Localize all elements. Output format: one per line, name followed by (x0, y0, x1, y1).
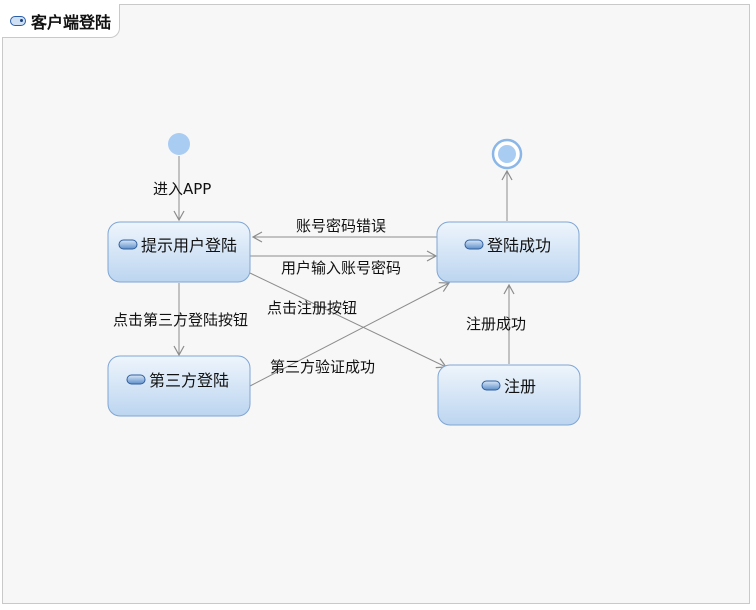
state-icon (481, 380, 501, 391)
state-label-third-party-login: 第三方登陆 (149, 371, 229, 390)
label-register-success: 注册成功 (466, 315, 526, 333)
initial-node[interactable] (168, 133, 190, 155)
label-enter-app: 进入APP (153, 180, 211, 198)
state-prompt-login[interactable]: 提示用户登陆 (107, 221, 251, 283)
state-icon (126, 374, 146, 385)
label-click-third-party: 点击第三方登陆按钮 (113, 311, 248, 329)
state-icon (118, 239, 138, 250)
state-label-login-success: 登陆成功 (487, 236, 551, 255)
state-icon (464, 239, 484, 250)
state-label-prompt-login: 提示用户登陆 (141, 236, 237, 255)
state-login-success[interactable]: 登陆成功 (436, 221, 580, 283)
label-click-register: 点击注册按钮 (267, 299, 357, 317)
label-input-password: 用户输入账号密码 (281, 259, 401, 277)
state-label-register: 注册 (504, 377, 536, 396)
state-diagram: 提示用户登陆 登陆成功 第三方登陆 注册 进入APP 账号密码错误 用户输入账号… (107, 133, 581, 426)
label-third-party-verified: 第三方验证成功 (270, 358, 375, 376)
state-third-party-login[interactable]: 第三方登陆 (107, 355, 251, 417)
label-wrong-password: 账号密码错误 (296, 217, 386, 235)
final-node[interactable] (491, 138, 523, 170)
transition-click-register[interactable] (249, 272, 448, 369)
state-register[interactable]: 注册 (437, 364, 581, 426)
